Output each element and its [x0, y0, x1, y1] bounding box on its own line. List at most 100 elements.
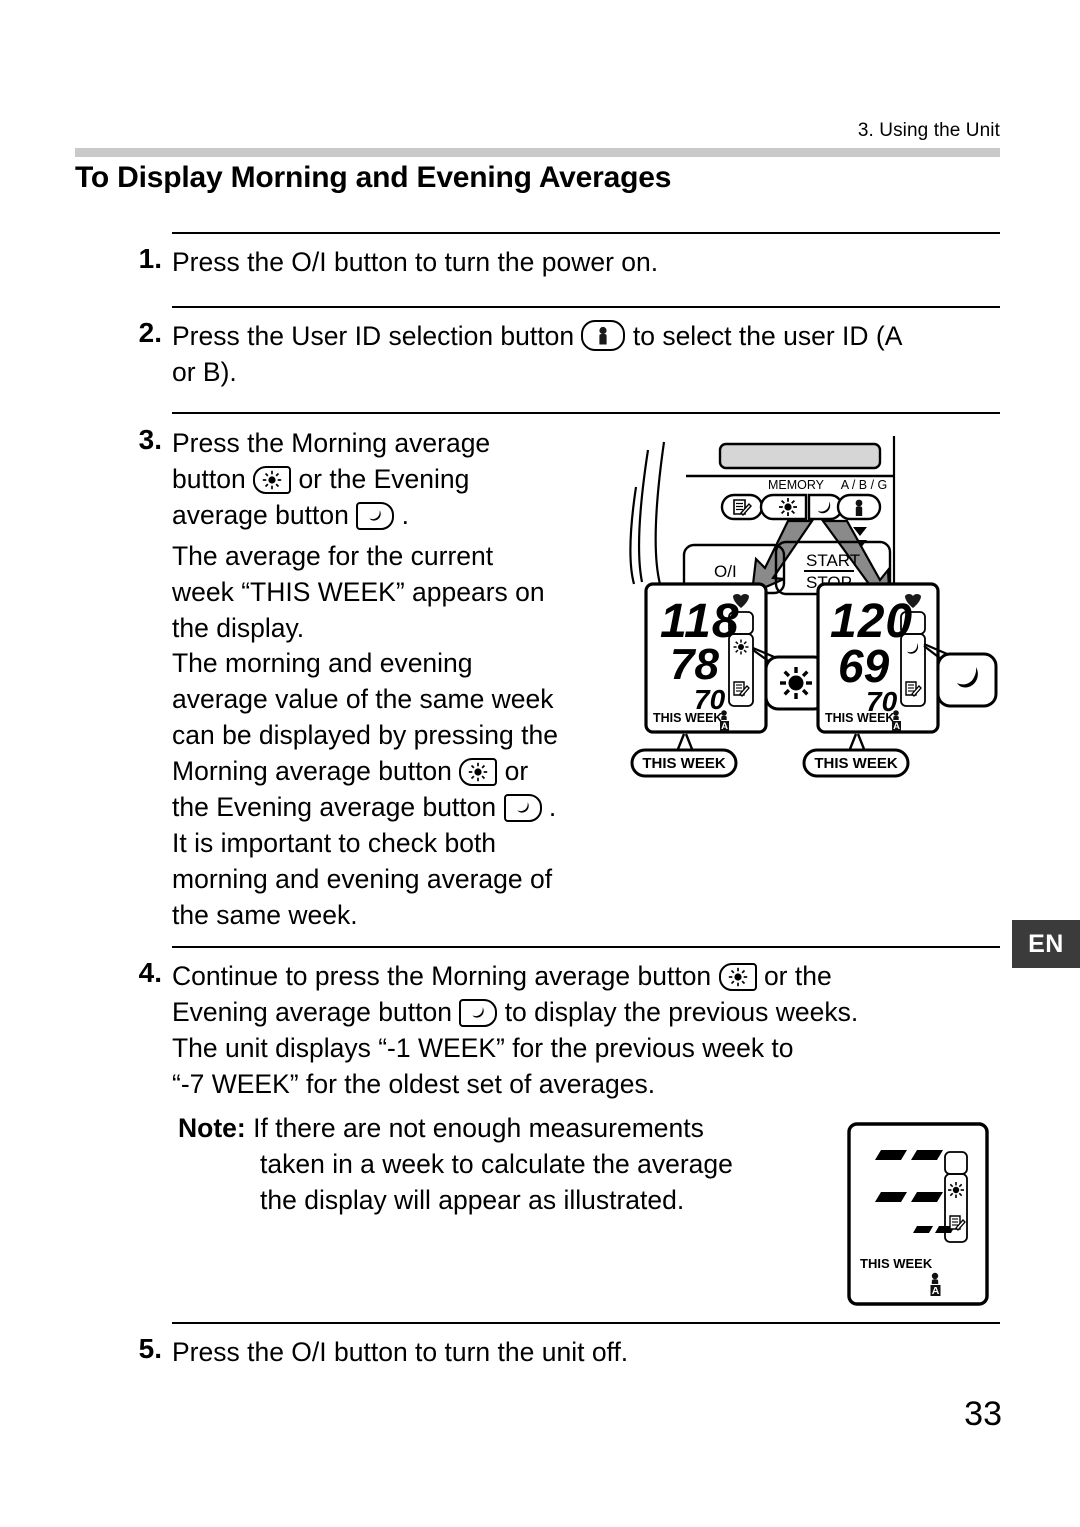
step-number-5: 5.: [138, 1333, 162, 1364]
note-text-3: the display will appear as illustrated.: [260, 1185, 685, 1215]
step3-p2-line-4: Morning average button or: [172, 753, 622, 789]
step4-line-3: The unit displays “-1 WEEK” for the prev…: [172, 1033, 794, 1063]
magnified-sun-icon: [780, 667, 812, 699]
step-text-5: Press the O/I button to turn the unit of…: [172, 1337, 629, 1367]
step3-p1-line-1: The average for the current: [172, 541, 494, 571]
sun-glyph: [262, 470, 282, 490]
step-text-3: Press the Morning average button or the …: [172, 425, 602, 533]
svg-text:A: A: [893, 721, 900, 732]
page-number: 33: [964, 1395, 1002, 1433]
step-rule-3: [172, 412, 1000, 414]
manual-page: 3. Using the Unit To Display Morning and…: [0, 0, 1080, 1527]
step3-line-3a: average button: [172, 500, 349, 530]
sun-icon: [779, 498, 797, 516]
chapter-header: 3. Using the Unit: [857, 120, 1000, 141]
header-rule-bar: [75, 148, 1000, 157]
lcd-left-diastolic: 78: [670, 640, 719, 689]
lcd-right-week-label: THIS WEEK: [825, 711, 894, 725]
step4-line-1: Continue to press the Morning average bu…: [172, 958, 1012, 994]
power-button-label: O/I: [714, 562, 737, 581]
evening-average-button-icon-2: [503, 794, 542, 822]
step2-line-a: Press the User ID selection button: [172, 321, 575, 351]
step3-p2-line-6: It is important to check both: [172, 828, 497, 858]
step4-line-4: “-7 WEEK” for the oldest set of averages…: [172, 1069, 656, 1099]
step3-p2-line-3: can be displayed by pressing the: [172, 720, 558, 750]
person-glyph: [599, 326, 608, 344]
note-label: Note:: [178, 1113, 246, 1143]
lcd-left-week-label: THIS WEEK: [653, 711, 722, 725]
morning-average-button-icon: [253, 466, 292, 494]
step4-l2b: to display the previous weeks.: [504, 997, 859, 1027]
label-abg: A / B / G: [841, 478, 888, 492]
step3-line-2a: button: [172, 464, 246, 494]
note-text-2: taken in a week to calculate the average: [260, 1149, 733, 1179]
step3-p2-line-2: average value of the same week: [172, 684, 554, 714]
step-rule-2: [172, 306, 1000, 308]
step-text-2: Press the User ID selection button to se…: [172, 318, 1012, 390]
note-lcd-svg: THIS WEEK A: [847, 1122, 989, 1306]
step3-p1-line-3: the display.: [172, 613, 305, 643]
lcd-left-sun-indicator-icon: [733, 639, 749, 655]
step3-paragraph-1: The average for the current week “THIS W…: [172, 538, 612, 646]
step-text-4: Continue to press the Morning average bu…: [172, 958, 1012, 1102]
step3-p2-l5b: .: [548, 792, 557, 822]
step-number-1: 1.: [138, 243, 162, 274]
step3-p2-line-1: The morning and evening: [172, 648, 473, 678]
moon-glyph: [517, 802, 529, 813]
step3-line-3b: .: [401, 500, 409, 530]
sun-glyph: [469, 762, 488, 782]
step3-p2-l4a: Morning average button: [172, 756, 452, 786]
moon-glyph: [472, 1007, 485, 1018]
note-lcd-figure: THIS WEEK A: [845, 1120, 995, 1310]
evening-average-button-icon: [356, 502, 395, 530]
step4-l1b: or the: [763, 961, 832, 991]
pointer-arrow-left: [750, 519, 815, 595]
note-block: Note: If there are not enough measuremen…: [178, 1110, 798, 1218]
step3-p2-l4b: or: [504, 756, 529, 786]
step-number-2: 2.: [138, 317, 162, 348]
moon-glyph: [369, 510, 381, 521]
morning-average-button-icon-3: [718, 963, 757, 991]
step-number-3: 3.: [138, 424, 162, 455]
device-morning-button[interactable]: [759, 493, 808, 521]
step3-line-2b: or the Evening: [298, 464, 470, 494]
step4-l1a: Continue to press the Morning average bu…: [172, 961, 712, 991]
note-line-1: Note: If there are not enough measuremen…: [178, 1110, 798, 1146]
step-text-1: Press the O/I button to turn the power o…: [172, 247, 659, 277]
step-rule-1: [172, 232, 1000, 234]
step2-line-b: to select the user ID (A: [632, 321, 903, 351]
step2-line-c: or B).: [172, 357, 237, 387]
step4-line-2: Evening average button to display the pr…: [172, 994, 1012, 1030]
lcd-left: 118 78 70 THIS WEEK A THIS WEEK: [630, 582, 828, 778]
label-memory: MEMORY: [768, 478, 825, 492]
language-tab-en: EN: [1012, 920, 1080, 968]
lcd-right-diastolic: 69: [838, 640, 890, 692]
step3-p2-line-5: the Evening average button .: [172, 789, 622, 825]
step3-p2-l5a: the Evening average button: [172, 792, 497, 822]
morning-average-button-icon-2: [459, 758, 498, 786]
evening-average-button-icon-3: [459, 999, 498, 1027]
step-rule-4: [172, 946, 1000, 948]
start-label: START: [806, 551, 860, 570]
step3-p2-line-8: the same week.: [172, 900, 358, 930]
sun-glyph: [728, 967, 747, 987]
svg-text:A: A: [721, 721, 728, 732]
user-id-button-icon: [581, 320, 626, 351]
lcd-right-magnified-box: [936, 652, 998, 708]
device-figure-svg: MEMORY A / B / G O/I START 118 78 70 THI…: [629, 436, 998, 778]
step3-p1-line-2: week “THIS WEEK” appears on: [172, 577, 545, 607]
step-rule-5: [172, 1322, 1000, 1324]
step3-line-1: Press the Morning average: [172, 428, 491, 458]
step-number-4: 4.: [138, 957, 162, 988]
user-id-icon: [855, 499, 863, 516]
lcd-right: 120 69 70 THIS WEEK A THIS WEEK: [802, 582, 998, 778]
page-title: To Display Morning and Evening Averages: [75, 161, 672, 194]
callout-left-label: THIS WEEK: [642, 755, 726, 772]
note-lcd-week-label: THIS WEEK: [860, 1256, 933, 1271]
note-text-1: If there are not enough measurements: [253, 1113, 704, 1143]
svg-text:A: A: [932, 1285, 940, 1297]
step3-p2-line-7: morning and evening average of: [172, 864, 553, 894]
device-figure: MEMORY A / B / G O/I START 118 78 70 THI…: [616, 432, 1016, 792]
note-lcd-sun-icon: [948, 1182, 964, 1198]
step3-paragraph-2: The morning and evening average value of…: [172, 645, 622, 933]
